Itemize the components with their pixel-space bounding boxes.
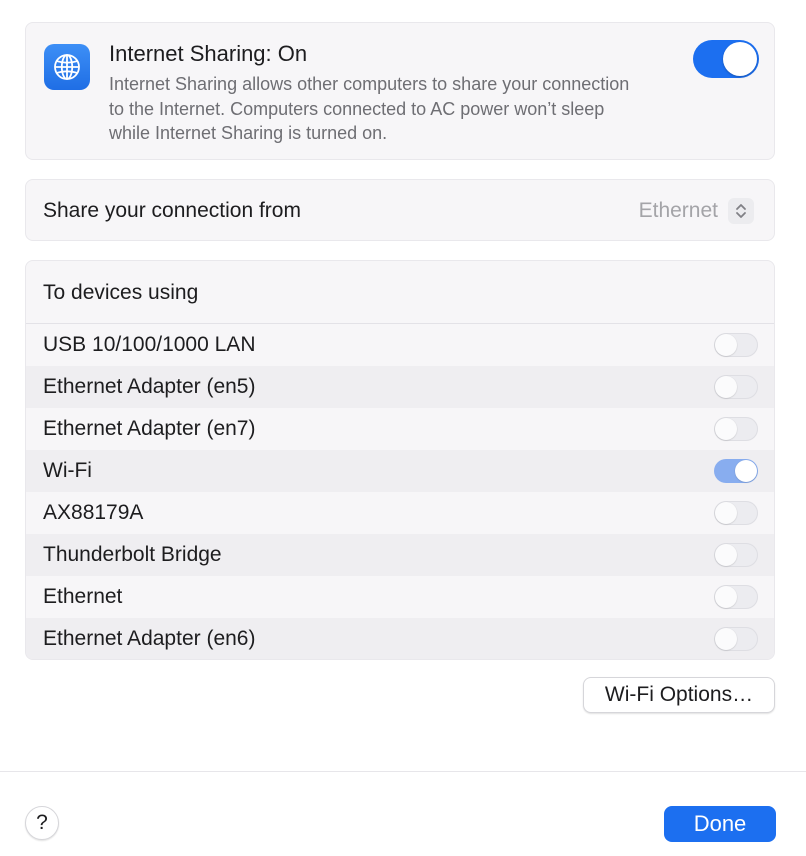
- globe-icon: [44, 44, 90, 90]
- device-toggle[interactable]: [714, 543, 758, 567]
- help-button[interactable]: ?: [25, 806, 59, 840]
- toggle-knob: [715, 544, 737, 566]
- device-list: USB 10/100/1000 LAN Ethernet Adapter (en5…: [26, 324, 774, 659]
- internet-sharing-header: Internet Sharing: On Internet Sharing al…: [25, 22, 775, 160]
- device-name: USB 10/100/1000 LAN: [43, 333, 256, 356]
- devices-title: To devices using: [43, 281, 199, 304]
- internet-sharing-toggle[interactable]: [693, 40, 759, 78]
- device-row: USB 10/100/1000 LAN: [26, 324, 774, 366]
- device-toggle[interactable]: [714, 417, 758, 441]
- up-down-chevron-icon: [728, 198, 754, 224]
- device-row: Ethernet Adapter (en5): [26, 366, 774, 408]
- toggle-knob: [735, 460, 757, 482]
- share-from-label: Share your connection from: [43, 199, 301, 222]
- toggle-knob: [715, 628, 737, 650]
- device-name: Ethernet: [43, 585, 123, 608]
- device-row: Thunderbolt Bridge: [26, 534, 774, 576]
- toggle-knob: [715, 334, 737, 356]
- device-name: Ethernet Adapter (en6): [43, 627, 256, 650]
- toggle-knob: [715, 502, 737, 524]
- device-row: AX88179A: [26, 492, 774, 534]
- share-from-value: Ethernet: [638, 199, 718, 222]
- device-row: Wi-Fi: [26, 450, 774, 492]
- device-name: AX88179A: [43, 501, 144, 524]
- internet-sharing-title: Internet Sharing: On: [109, 41, 308, 66]
- devices-group: To devices using USB 10/100/1000 LAN Ethe…: [25, 260, 775, 660]
- wifi-options-button[interactable]: Wi-Fi Options…: [583, 677, 775, 713]
- share-from-row: Share your connection from Ethernet: [25, 179, 775, 241]
- internet-sharing-description: Internet Sharing allows other computers …: [109, 74, 630, 143]
- device-row: Ethernet Adapter (en6): [26, 618, 774, 659]
- device-name: Ethernet Adapter (en5): [43, 375, 256, 398]
- device-name: Thunderbolt Bridge: [43, 543, 222, 566]
- toggle-knob: [715, 376, 737, 398]
- device-toggle[interactable]: [714, 585, 758, 609]
- footer-divider: [0, 771, 806, 772]
- device-row: Ethernet: [26, 576, 774, 618]
- device-toggle[interactable]: [714, 375, 758, 399]
- device-name: Wi-Fi: [43, 459, 92, 482]
- toggle-knob: [715, 418, 737, 440]
- toggle-knob: [715, 586, 737, 608]
- device-name: Ethernet Adapter (en7): [43, 417, 256, 440]
- share-from-popup[interactable]: Ethernet: [639, 197, 754, 225]
- device-toggle[interactable]: [714, 459, 758, 483]
- toggle-knob: [723, 42, 757, 76]
- device-toggle[interactable]: [714, 627, 758, 651]
- device-toggle[interactable]: [714, 333, 758, 357]
- device-row: Ethernet Adapter (en7): [26, 408, 774, 450]
- done-button[interactable]: Done: [664, 806, 776, 842]
- device-toggle[interactable]: [714, 501, 758, 525]
